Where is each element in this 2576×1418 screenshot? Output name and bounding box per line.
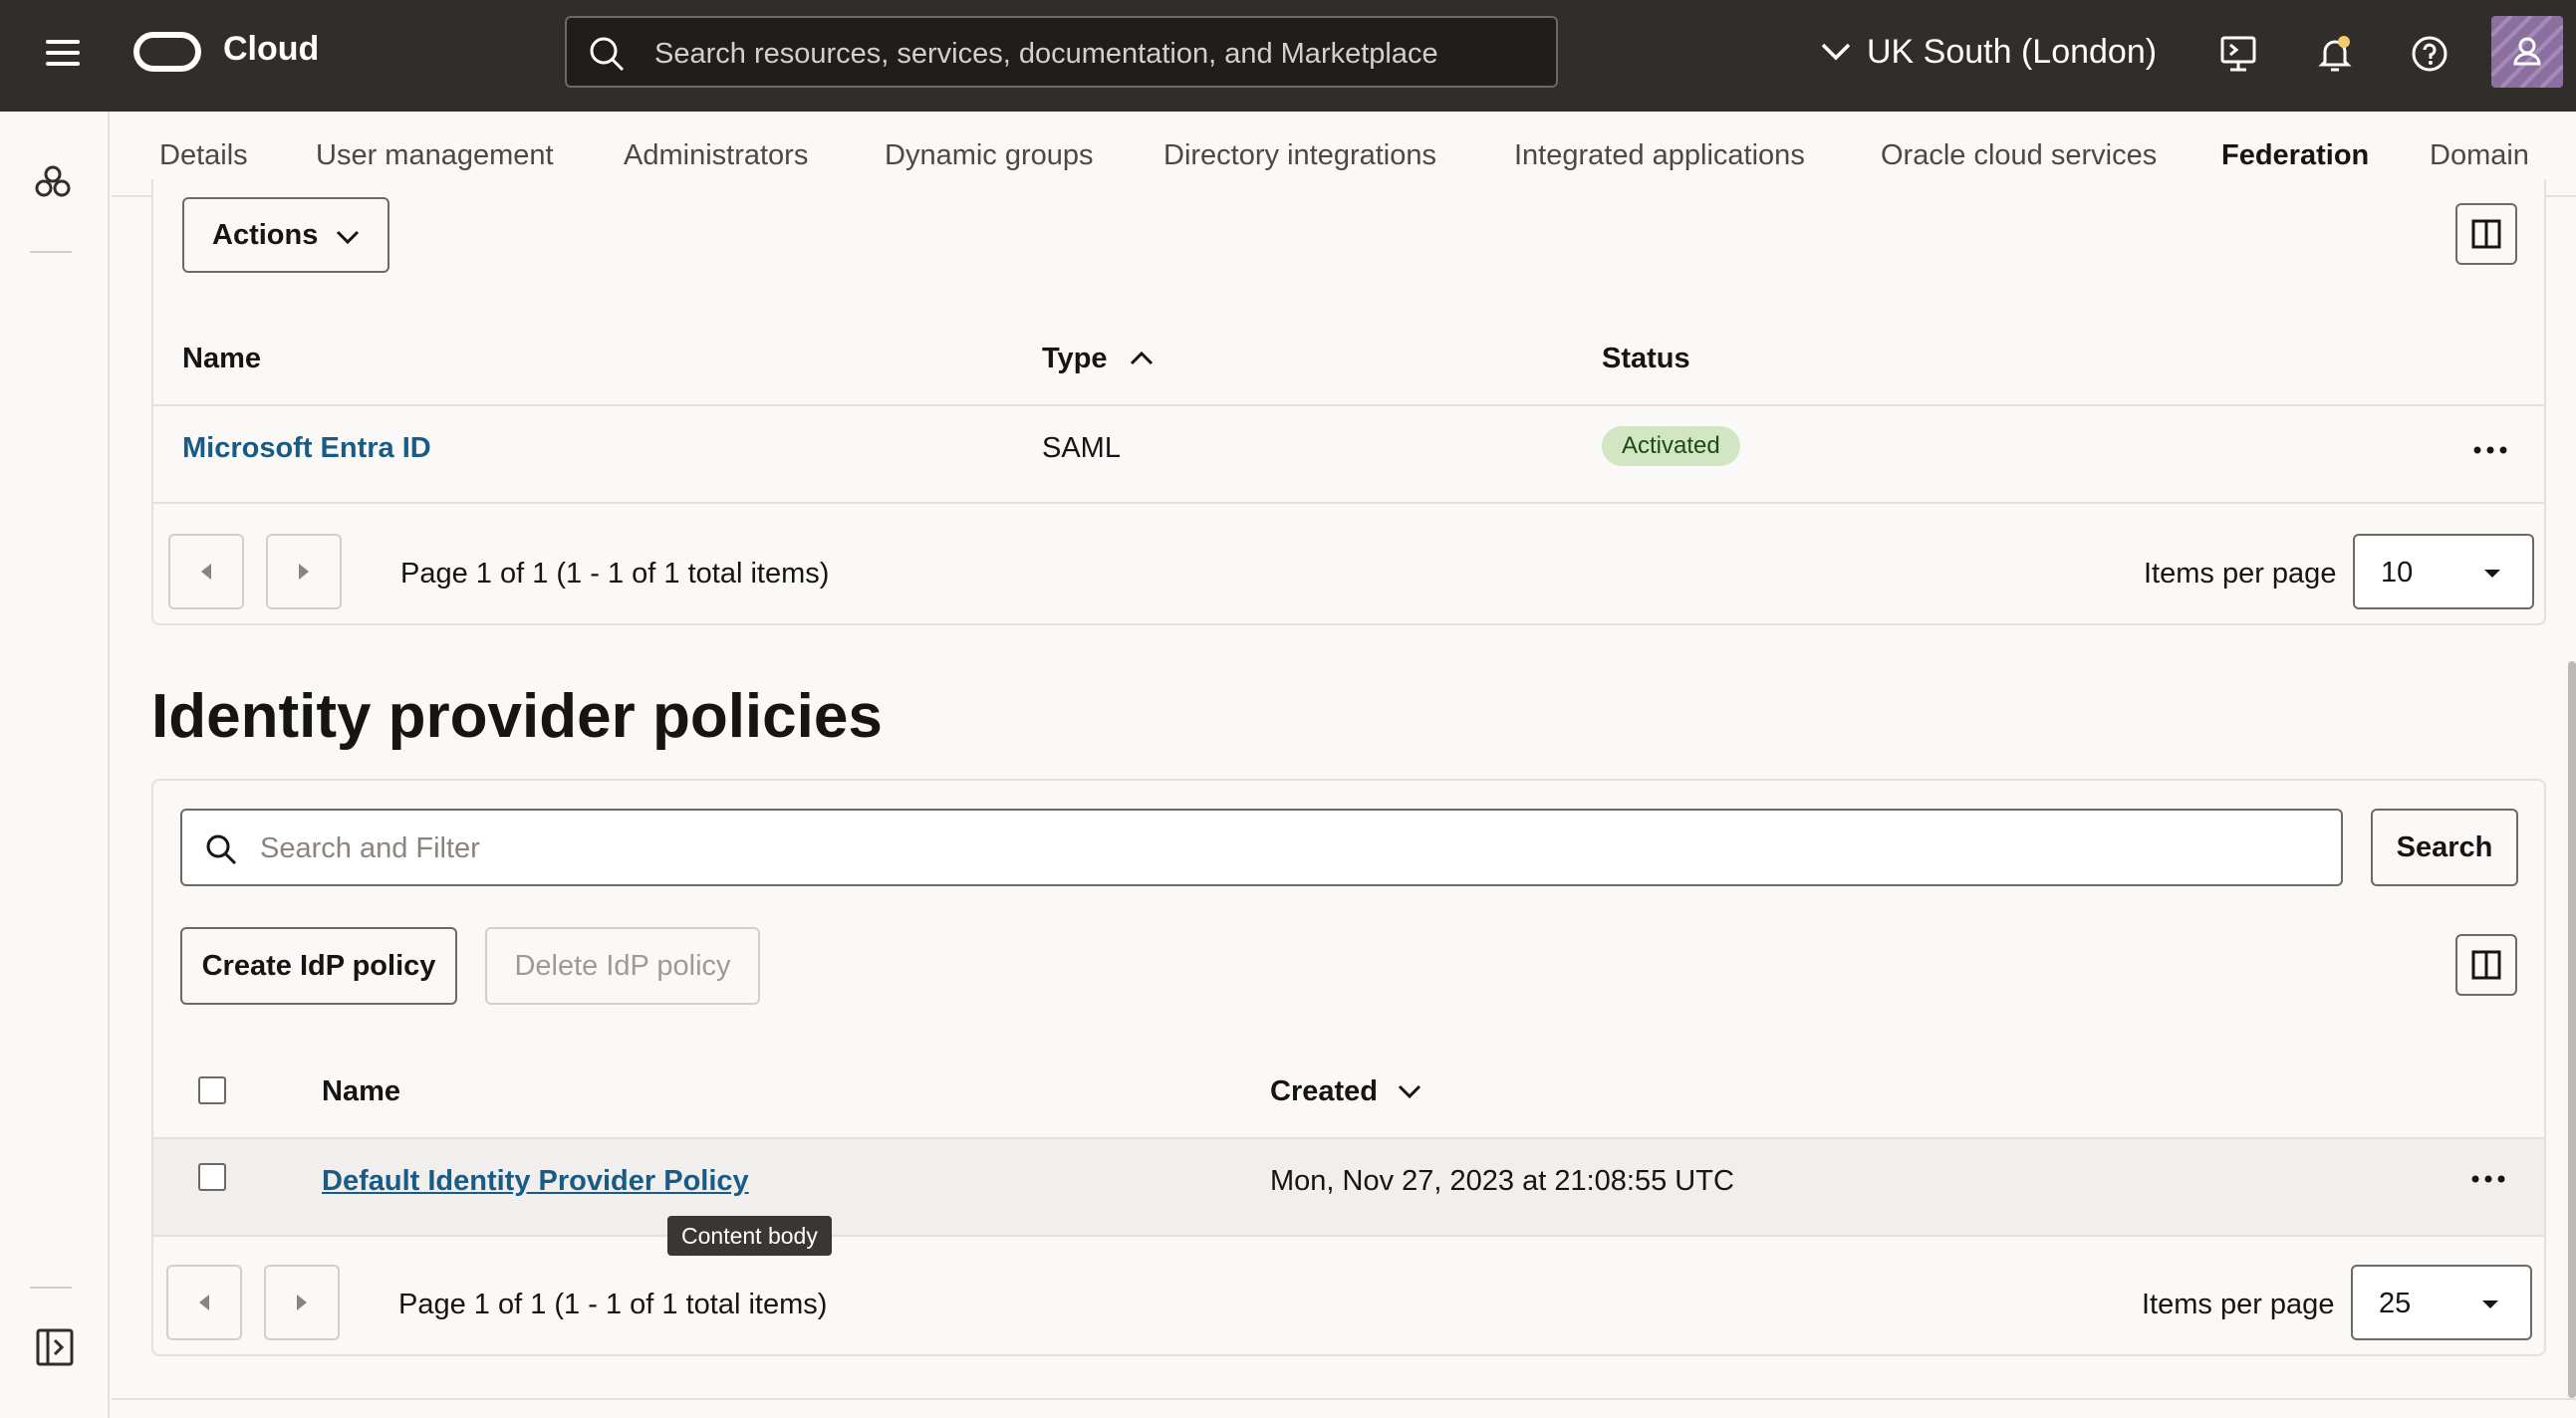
tab-administrators[interactable]: Administrators bbox=[624, 139, 808, 172]
identity-providers-panel: Actions Name Type Status Microsoft Entra… bbox=[151, 179, 2546, 625]
column-header-status[interactable]: Status bbox=[1602, 343, 1690, 375]
left-rail bbox=[0, 112, 110, 1418]
column-header-name[interactable]: Name bbox=[182, 343, 261, 375]
items-per-page-select[interactable]: 10 bbox=[2353, 534, 2534, 609]
table-row[interactable]: Default Identity Provider Policy Mon, No… bbox=[153, 1139, 2544, 1235]
actions-menu-button[interactable]: Actions bbox=[182, 197, 389, 273]
caret-left-icon bbox=[199, 562, 213, 582]
sort-ascending-icon[interactable] bbox=[1130, 351, 1154, 366]
identity-domain-icon[interactable] bbox=[32, 161, 74, 203]
tab-integrated-applications[interactable]: Integrated applications bbox=[1514, 139, 1805, 172]
tab-dynamic-groups[interactable]: Dynamic groups bbox=[885, 139, 1094, 172]
previous-page-button[interactable] bbox=[166, 1265, 242, 1340]
notifications-bell-icon[interactable] bbox=[2311, 30, 2359, 78]
create-idp-policy-button[interactable]: Create IdP policy bbox=[180, 927, 457, 1005]
select-all-checkbox[interactable] bbox=[198, 1076, 226, 1104]
row-divider bbox=[153, 502, 2546, 504]
idp-name-link[interactable]: Microsoft Entra ID bbox=[182, 432, 431, 465]
rail-divider bbox=[30, 1287, 72, 1289]
items-per-page-value: 25 bbox=[2379, 1288, 2411, 1320]
caret-down-icon bbox=[2480, 1299, 2500, 1310]
global-search-input[interactable]: Search resources, services, documentatio… bbox=[565, 16, 1558, 88]
status-badge: Activated bbox=[1602, 426, 1740, 466]
global-search-placeholder: Search resources, services, documentatio… bbox=[654, 38, 1438, 71]
tab-directory-integrations[interactable]: Directory integrations bbox=[1163, 139, 1436, 172]
tooltip: Content body bbox=[667, 1216, 832, 1256]
tab-details[interactable]: Details bbox=[159, 139, 248, 172]
row-actions-icon[interactable] bbox=[2470, 430, 2510, 470]
items-per-page-label: Items per page bbox=[2144, 558, 2336, 591]
next-page-button[interactable] bbox=[266, 534, 342, 609]
columns-toggle-icon[interactable] bbox=[2455, 934, 2517, 996]
pagination-summary: Page 1 of 1 (1 - 1 of 1 total items) bbox=[398, 1289, 827, 1321]
search-filter-placeholder: Search and Filter bbox=[260, 832, 480, 865]
top-header: Cloud Search resources, services, docume… bbox=[0, 0, 2576, 112]
pagination-summary: Page 1 of 1 (1 - 1 of 1 total items) bbox=[400, 558, 829, 591]
row-actions-icon[interactable] bbox=[2468, 1159, 2508, 1199]
column-header-name[interactable]: Name bbox=[322, 1075, 400, 1108]
region-selector[interactable]: UK South (London) bbox=[1821, 28, 2157, 76]
items-per-page-select[interactable]: 25 bbox=[2351, 1265, 2532, 1340]
oracle-logo[interactable] bbox=[133, 32, 201, 72]
tab-oracle-cloud-services[interactable]: Oracle cloud services bbox=[1881, 139, 2157, 172]
hamburger-menu-icon[interactable] bbox=[42, 36, 86, 70]
row-checkbox[interactable] bbox=[198, 1163, 226, 1191]
items-per-page-label: Items per page bbox=[2142, 1289, 2334, 1321]
cloud-shell-icon[interactable] bbox=[2214, 30, 2262, 78]
page-scrollbar[interactable] bbox=[2568, 661, 2576, 1398]
caret-right-icon bbox=[297, 562, 311, 582]
expand-panel-icon[interactable] bbox=[36, 1328, 74, 1366]
actions-label: Actions bbox=[212, 219, 318, 252]
search-icon bbox=[204, 832, 238, 866]
footer-divider bbox=[112, 1398, 2576, 1400]
search-icon bbox=[589, 36, 625, 72]
help-icon[interactable] bbox=[2406, 30, 2453, 78]
region-label: UK South (London) bbox=[1867, 33, 2157, 72]
tab-domain[interactable]: Domain bbox=[2430, 139, 2529, 172]
search-filter-input[interactable]: Search and Filter bbox=[180, 809, 2343, 886]
caret-right-icon bbox=[295, 1293, 309, 1312]
tab-user-management[interactable]: User management bbox=[316, 139, 554, 172]
brand-name[interactable]: Cloud bbox=[223, 30, 319, 69]
user-avatar[interactable] bbox=[2491, 16, 2563, 88]
search-button[interactable]: Search bbox=[2371, 809, 2518, 886]
tab-federation[interactable]: Federation bbox=[2221, 139, 2369, 172]
section-title: Identity provider policies bbox=[151, 681, 883, 752]
chevron-down-icon bbox=[1821, 42, 1851, 62]
header-divider bbox=[153, 404, 2546, 406]
delete-idp-policy-button[interactable]: Delete IdP policy bbox=[485, 927, 760, 1005]
previous-page-button[interactable] bbox=[168, 534, 244, 609]
sort-descending-icon[interactable] bbox=[1398, 1083, 1421, 1099]
column-header-type[interactable]: Type bbox=[1042, 343, 1108, 375]
caret-left-icon bbox=[197, 1293, 211, 1312]
idp-type: SAML bbox=[1042, 432, 1121, 465]
next-page-button[interactable] bbox=[264, 1265, 340, 1340]
policy-name-link[interactable]: Default Identity Provider Policy bbox=[322, 1165, 749, 1198]
chevron-down-icon bbox=[336, 229, 360, 245]
rail-divider bbox=[30, 251, 72, 253]
caret-down-icon bbox=[2482, 568, 2502, 580]
items-per-page-value: 10 bbox=[2381, 557, 2413, 590]
row-divider bbox=[153, 1235, 2544, 1237]
columns-toggle-icon[interactable] bbox=[2455, 203, 2517, 265]
policy-created-date: Mon, Nov 27, 2023 at 21:08:55 UTC bbox=[1270, 1165, 1734, 1198]
column-header-created[interactable]: Created bbox=[1270, 1075, 1378, 1108]
